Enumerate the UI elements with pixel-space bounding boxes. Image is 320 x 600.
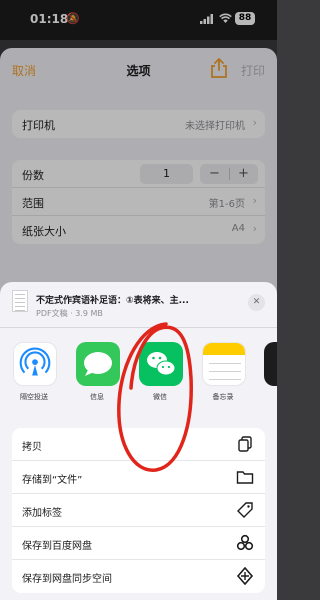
app-label: 信息 — [90, 393, 104, 401]
action-add-tag[interactable]: 添加标签 — [12, 494, 265, 527]
notes-icon — [202, 342, 246, 386]
action-label: 添加标签 — [22, 508, 62, 519]
document-header: 不定式作宾语补足语：①表将来、主... PDF文稿 · 3.9 MB ✕ — [0, 282, 277, 322]
close-button[interactable]: ✕ — [248, 294, 265, 311]
messages-icon — [76, 342, 120, 386]
airdrop-icon — [13, 342, 57, 386]
action-save-to-files[interactable]: 存储到“文件” — [12, 461, 265, 494]
wechat-icon — [139, 342, 183, 386]
app-messages[interactable]: 信息 — [69, 342, 125, 412]
copy-icon — [238, 436, 252, 452]
divider — [0, 327, 277, 328]
action-label: 保存到百度网盘 — [22, 541, 92, 552]
action-save-to-sync-space[interactable]: 保存到网盘同步空间 — [12, 560, 265, 593]
document-meta: PDF文稿 · 3.9 MB — [36, 309, 103, 318]
app-notes[interactable]: 备忘录 — [195, 342, 251, 412]
action-copy[interactable]: 拷贝 — [12, 428, 265, 461]
document-thumbnail — [12, 290, 28, 312]
tag-icon — [237, 502, 253, 518]
share-sheet: 不定式作宾语补足语：①表将来、主... PDF文稿 · 3.9 MB ✕ 隔空投… — [0, 282, 277, 600]
app-label: 微信 — [153, 393, 167, 401]
sync-space-icon — [236, 567, 254, 585]
folder-icon — [236, 471, 254, 484]
action-save-to-baidu[interactable]: 保存到百度网盘 — [12, 527, 265, 560]
document-title: 不定式作宾语补足语：①表将来、主... — [36, 296, 189, 306]
app-airdrop[interactable]: 隔空投送 — [6, 342, 62, 412]
action-label: 保存到网盘同步空间 — [22, 574, 112, 585]
app-label: 隔空投送 — [20, 393, 48, 401]
app-wechat[interactable]: 微信 — [132, 342, 188, 412]
action-label: 存储到“文件” — [22, 475, 83, 486]
more-apps-icon[interactable] — [264, 342, 277, 386]
app-label: 备忘录 — [212, 393, 234, 401]
share-actions-list: 拷贝 存储到“文件” 添加标签 保存到百度网盘 保存到网盘同步空间 — [12, 428, 265, 593]
action-label: 拷贝 — [22, 442, 42, 453]
share-apps-row: 隔空投送 信息 微信 备忘录 — [0, 342, 277, 412]
baidu-netdisk-icon — [236, 534, 254, 551]
